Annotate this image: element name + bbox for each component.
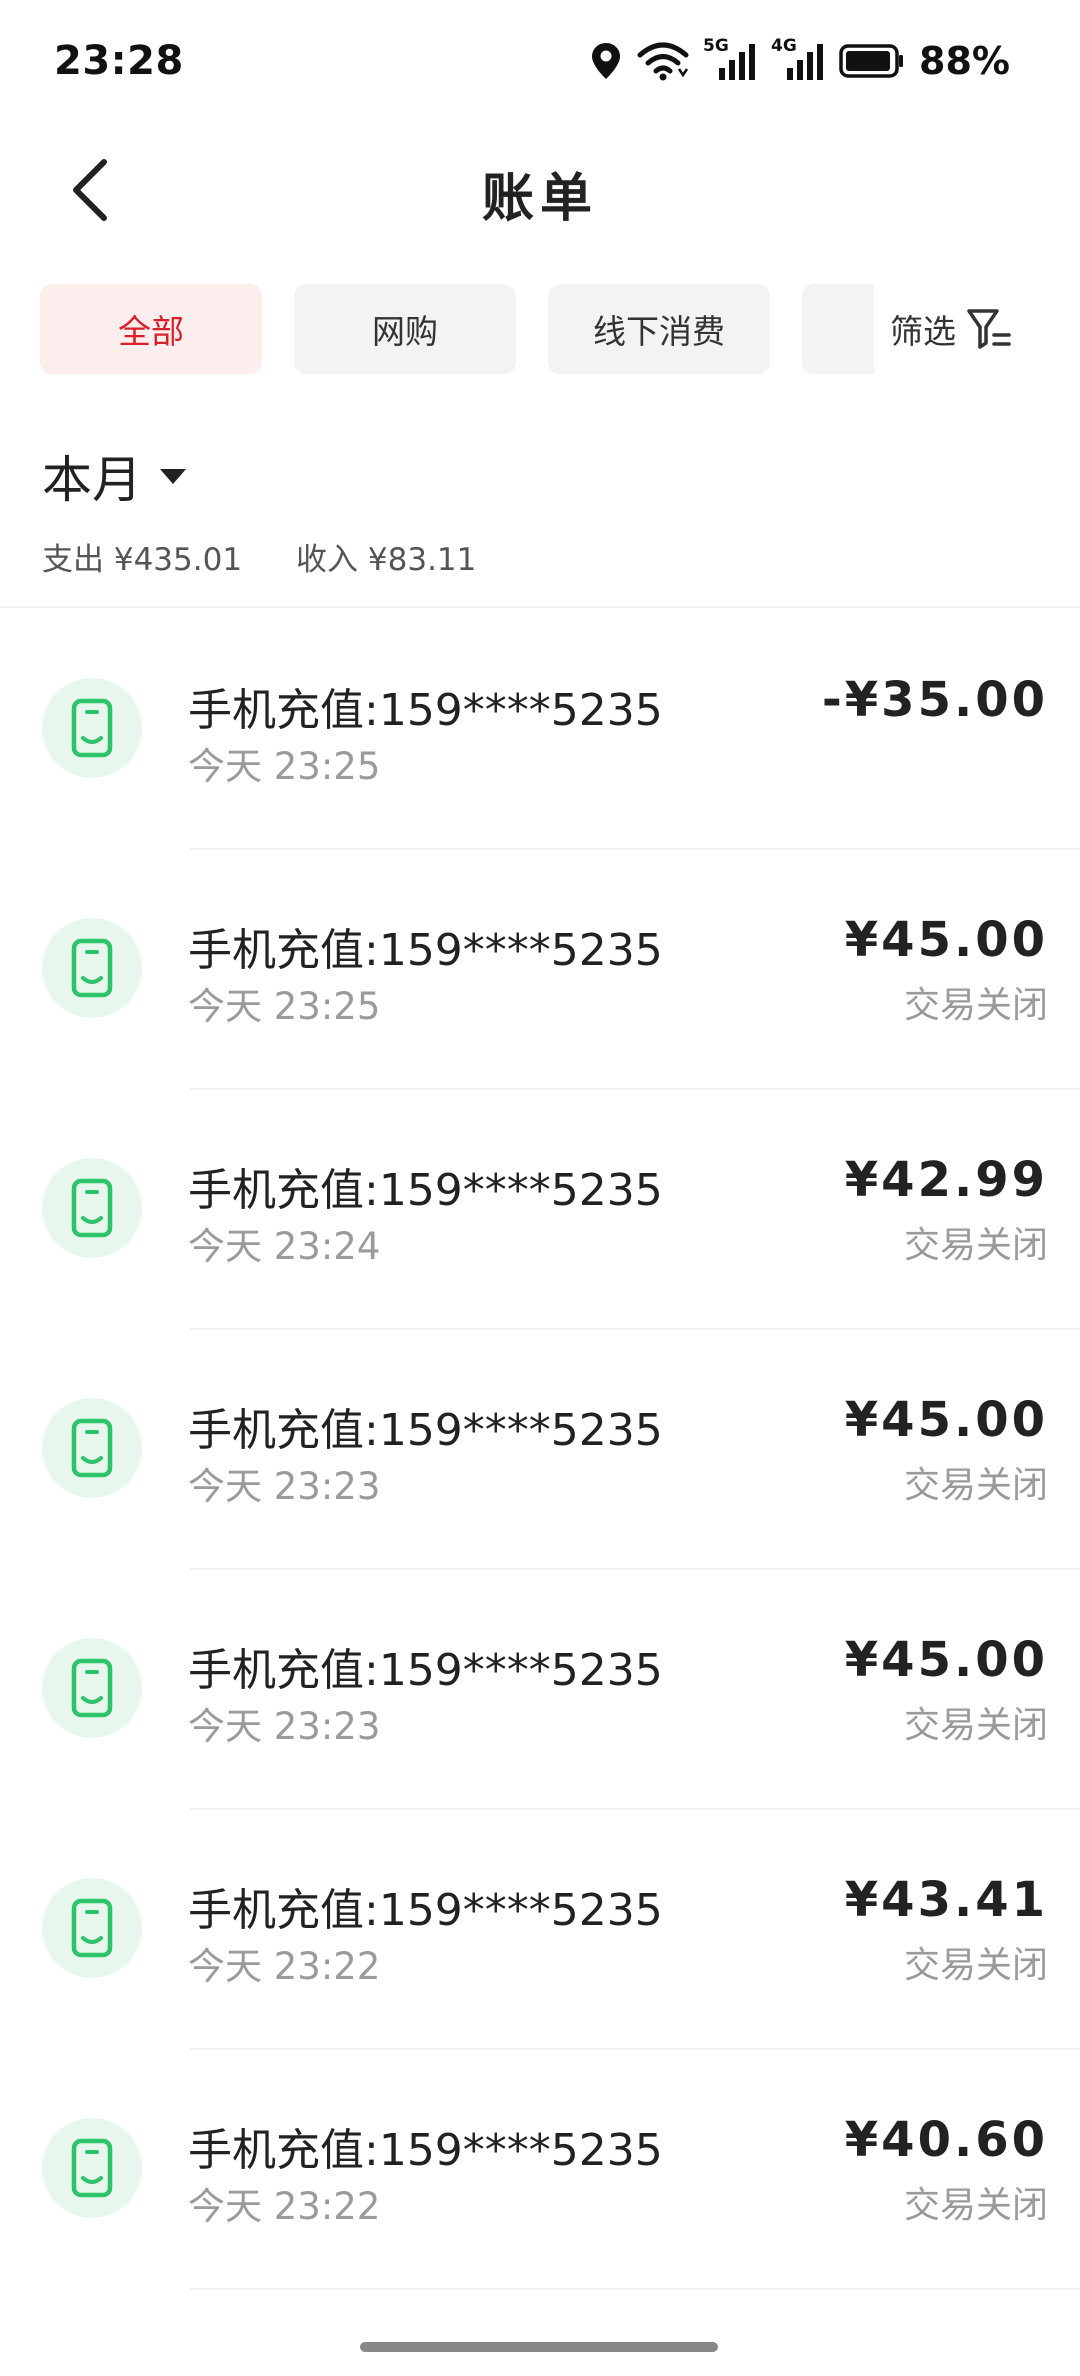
transaction-row[interactable]: 手机充值:159****5235 今天 23:22 ¥43.41 交易关闭 — [0, 1810, 1080, 2050]
phone-recharge-icon — [42, 1398, 142, 1498]
transaction-amount: ¥45.00 — [844, 1392, 1048, 1448]
signal-4g-icon: 4G — [771, 36, 825, 82]
caret-down-icon — [160, 468, 186, 484]
transaction-time: 今天 23:25 — [188, 985, 381, 1028]
tab-label: 网购 — [372, 312, 438, 351]
status-icons: 5G 4G 88% — [589, 36, 1010, 86]
tab-offline-consumption[interactable]: 线下消费 — [548, 284, 770, 374]
tab-all[interactable]: 全部 — [40, 284, 262, 374]
location-icon — [589, 41, 623, 81]
battery-icon — [839, 43, 905, 79]
signal-5g-icon: 5G — [703, 36, 757, 82]
transaction-amount: ¥45.00 — [844, 912, 1048, 968]
transaction-title: 手机充值:159****5235 — [188, 2125, 663, 2176]
transaction-title: 手机充值:159****5235 — [188, 685, 663, 736]
income-total: 收入 ¥83.11 — [296, 542, 477, 578]
transaction-title: 手机充值:159****5235 — [188, 1405, 663, 1456]
tab-label: 线下消费 — [593, 312, 725, 351]
transaction-row[interactable]: 手机充值:159****5235 今天 23:23 ¥45.00 交易关闭 — [0, 1570, 1080, 1810]
transaction-row[interactable]: 手机充值:159****5235 今天 23:22 ¥40.60 交易关闭 — [0, 2050, 1080, 2290]
tab-more[interactable] — [802, 284, 874, 374]
transaction-amount: ¥45.00 — [844, 1632, 1048, 1688]
transaction-title: 手机充值:159****5235 — [188, 1165, 663, 1216]
transaction-status: 交易关闭 — [903, 1705, 1048, 1746]
transaction-row[interactable]: 手机充值:159****5235 今天 23:25 -¥35.00 — [0, 610, 1080, 850]
transaction-status: 交易关闭 — [903, 2185, 1048, 2226]
transaction-row[interactable]: 手机充值:159****5235 今天 23:25 ¥45.00 交易关闭 — [0, 850, 1080, 1090]
filter-icon — [967, 309, 1011, 349]
phone-recharge-icon — [42, 1638, 142, 1738]
phone-recharge-icon — [42, 678, 142, 778]
transaction-amount: ¥43.41 — [844, 1872, 1048, 1928]
transaction-row[interactable]: 手机充值:159****5235 今天 23:24 ¥42.99 交易关闭 — [0, 1090, 1080, 1330]
tab-label: 全部 — [118, 312, 184, 351]
phone-recharge-icon — [42, 1878, 142, 1978]
transaction-time: 今天 23:25 — [188, 745, 381, 788]
month-selector[interactable]: 本月 — [42, 440, 476, 512]
transaction-amount: ¥42.99 — [844, 1152, 1048, 1208]
phone-recharge-icon — [42, 2118, 142, 2218]
transaction-amount: ¥40.60 — [844, 2112, 1048, 2168]
filter-label: 筛选 — [890, 312, 956, 351]
filter-button[interactable]: 筛选 — [890, 284, 1012, 374]
page-title: 账单 — [481, 169, 598, 229]
phone-recharge-icon — [42, 1158, 142, 1258]
page-header: 账单 — [0, 130, 1080, 250]
transaction-time: 今天 23:23 — [188, 1705, 381, 1748]
divider — [0, 606, 1080, 608]
tab-online-shopping[interactable]: 网购 — [294, 284, 516, 374]
tabs-scroller[interactable]: 全部 网购 线下消费 — [40, 284, 874, 374]
expense-total: 支出 ¥435.01 — [42, 542, 243, 578]
transaction-time: 今天 23:24 — [188, 1225, 381, 1268]
transaction-time: 今天 23:22 — [188, 2185, 381, 2228]
transaction-title: 手机充值:159****5235 — [188, 925, 663, 976]
filter-bar: 全部 网购 线下消费 筛选 — [0, 284, 1080, 374]
transaction-row[interactable]: 手机充值:159****5235 今天 23:23 ¥45.00 交易关闭 — [0, 1330, 1080, 1570]
transaction-status: 交易关闭 — [903, 1945, 1048, 1986]
transaction-title: 手机充值:159****5235 — [188, 1885, 663, 1936]
battery-percent: 88% — [919, 39, 1010, 83]
transaction-time: 今天 23:22 — [188, 1945, 381, 1988]
transaction-title: 手机充值:159****5235 — [188, 1645, 663, 1696]
transaction-amount: -¥35.00 — [821, 672, 1048, 728]
transaction-time: 今天 23:23 — [188, 1465, 381, 1508]
transaction-status: 交易关闭 — [903, 985, 1048, 1026]
month-summary: 本月 支出 ¥435.01 收入 ¥83.11 — [42, 440, 476, 579]
month-label: 本月 — [42, 451, 142, 509]
month-totals: 支出 ¥435.01 收入 ¥83.11 — [42, 534, 476, 579]
wifi-icon — [637, 41, 689, 81]
transaction-status: 交易关闭 — [903, 1465, 1048, 1506]
home-indicator[interactable] — [360, 2342, 718, 2352]
status-time: 23:28 — [54, 38, 184, 84]
transaction-list[interactable]: 手机充值:159****5235 今天 23:25 -¥35.00 手机充值:1… — [0, 610, 1080, 2290]
transaction-status: 交易关闭 — [903, 1225, 1048, 1266]
phone-recharge-icon — [42, 918, 142, 1018]
status-bar: 23:28 5G 4G 88% — [0, 0, 1080, 130]
